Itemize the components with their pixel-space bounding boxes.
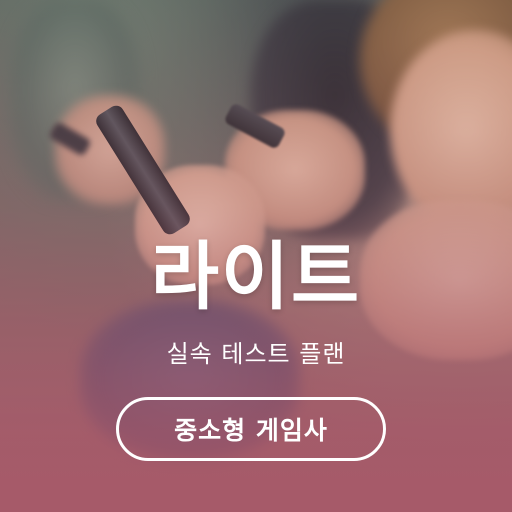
banner-content: 라이트 실속 테스트 플랜 중소형 게임사: [0, 0, 512, 512]
banner-title: 라이트: [150, 234, 362, 320]
promo-banner: 라이트 실속 테스트 플랜 중소형 게임사: [0, 0, 512, 512]
banner-subtitle: 실속 테스트 플랜: [166, 340, 346, 368]
cta-button[interactable]: 중소형 게임사: [116, 397, 386, 461]
cta-button-label: 중소형 게임사: [174, 416, 328, 445]
